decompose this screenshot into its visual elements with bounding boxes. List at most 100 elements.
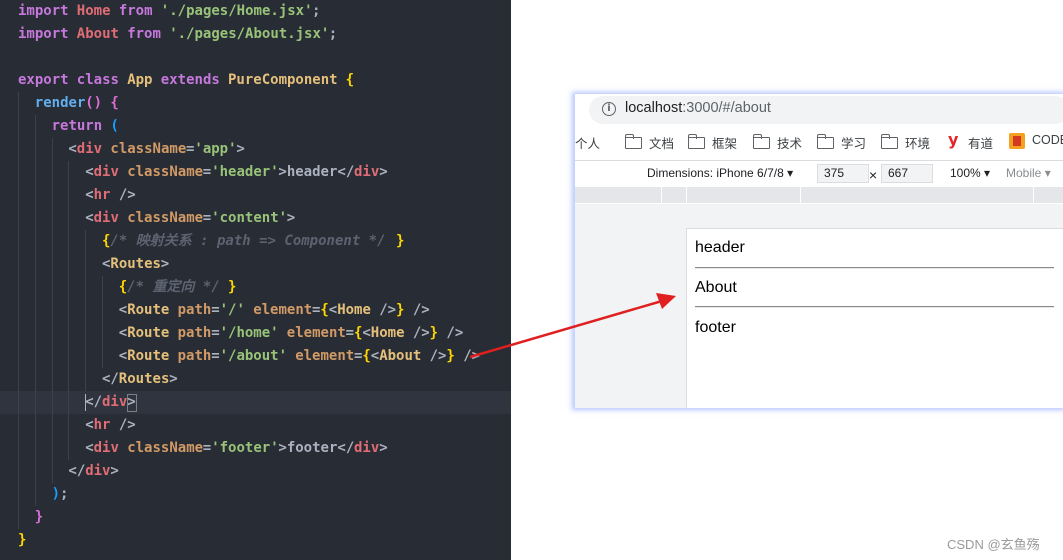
- code-line[interactable]: < Route path = '/about' element ={< About />}…: [0, 345, 511, 368]
- code-token: ;: [60, 486, 69, 502]
- code-token: />: [421, 348, 447, 364]
- code-token: Route: [127, 302, 170, 318]
- url-text[interactable]: localhost:3000/#/about: [625, 100, 771, 116]
- bracket-match-highlight: [127, 394, 137, 412]
- code-token: <: [85, 417, 94, 433]
- code-editor[interactable]: import Home from './pages/Home.jsx'; impo…: [0, 0, 511, 560]
- dropdown-arrow-icon: ▾: [1044, 166, 1051, 180]
- code-line[interactable]: < div className ='footer' >footer</div >: [0, 437, 511, 460]
- code-token: path: [177, 302, 212, 318]
- code-line[interactable]: import About from './pages/About.jsx';: [0, 23, 511, 46]
- code-token: <: [68, 141, 77, 157]
- code-line[interactable]: render() {: [0, 92, 511, 115]
- code-token: />: [370, 302, 397, 318]
- bookmark-label: CODE: [1032, 133, 1063, 147]
- code-token: 'footer': [211, 440, 279, 456]
- code-line[interactable]: </Routes >: [0, 368, 511, 391]
- code-token: <: [118, 302, 128, 318]
- code-line[interactable]: < div className ='header' >header</div >: [0, 161, 511, 184]
- code-token: div: [93, 210, 119, 226]
- code-line[interactable]: < Routes >: [0, 253, 511, 276]
- code-line[interactable]: < Route path = '/home' element ={< Home />} /…: [0, 322, 511, 345]
- code-token: 'app': [194, 141, 237, 157]
- watermark: CSDN @玄鱼殇: [947, 537, 1040, 552]
- code-token: />: [438, 325, 464, 341]
- zoom-select[interactable]: 100% ▾: [950, 166, 990, 180]
- code-line[interactable]: < hr />: [0, 184, 511, 207]
- code-token: <: [85, 440, 94, 456]
- folder-icon: [881, 134, 898, 149]
- code-token: import: [18, 3, 69, 19]
- code-token: =: [211, 325, 220, 341]
- code-token: ;: [328, 26, 338, 42]
- code-token: }: [446, 348, 455, 364]
- code-token: 'content': [211, 210, 288, 226]
- page-divider: [695, 267, 1054, 269]
- code-token: div: [85, 463, 111, 479]
- code-token: hr: [93, 417, 111, 433]
- code-line[interactable]: </div >: [0, 460, 511, 483]
- code-token: <: [118, 325, 128, 341]
- code-token: Home: [370, 325, 405, 341]
- code-line[interactable]: < hr />: [0, 414, 511, 437]
- device-height-input[interactable]: 667: [881, 164, 933, 183]
- code-line[interactable]: </div >: [0, 391, 511, 414]
- code-line[interactable]: );: [0, 483, 511, 506]
- code-line[interactable]: export class App extends PureComponent {: [0, 69, 511, 92]
- code-token: Route: [127, 325, 170, 341]
- code-token: div: [93, 164, 119, 180]
- code-token: />: [454, 348, 481, 364]
- code-line[interactable]: return (: [0, 115, 511, 138]
- page-header-text: header: [695, 239, 745, 256]
- code-token: About: [76, 26, 119, 42]
- code-line[interactable]: < Route path = '/' element ={< Home />} />: [0, 299, 511, 322]
- code-token: >: [169, 371, 178, 387]
- throttle-select[interactable]: Mobile ▾: [1006, 166, 1051, 180]
- code-line[interactable]: }: [0, 529, 511, 552]
- ruler-tick: [1033, 187, 1034, 203]
- info-icon[interactable]: i: [602, 102, 616, 116]
- code-line[interactable]: < div className ='content' >: [0, 207, 511, 230]
- code-token: element: [286, 325, 346, 341]
- code-token: =: [211, 348, 220, 364]
- code-token: </: [102, 371, 119, 387]
- code-token: <: [102, 256, 111, 272]
- page-divider: [695, 306, 1054, 308]
- bookmark-label: 环境: [905, 137, 931, 151]
- code-token: }: [34, 509, 44, 525]
- code-token: Route: [127, 348, 170, 364]
- code-line[interactable]: import Home from './pages/Home.jsx';: [0, 0, 511, 23]
- code-token: {: [110, 95, 119, 111]
- code-line[interactable]: {/* 映射关系 : path => Component */}: [0, 230, 511, 253]
- device-width-input[interactable]: 375: [817, 164, 869, 183]
- code-line[interactable]: [0, 46, 511, 69]
- address-bar[interactable]: i localhost:3000/#/about: [575, 94, 1063, 125]
- text-cursor: [85, 394, 87, 411]
- code-line[interactable]: < div className ='app' >: [0, 138, 511, 161]
- bookmark-label: 框架: [712, 137, 738, 151]
- code-line[interactable]: {/* 重定向 */}: [0, 276, 511, 299]
- code-token: >: [286, 210, 296, 226]
- code-token: {: [362, 348, 371, 364]
- code-token: }: [18, 532, 27, 548]
- code-token: <: [85, 164, 94, 180]
- code-line[interactable]: }: [0, 506, 511, 529]
- code-token: />: [404, 325, 430, 341]
- code-token: className: [127, 210, 204, 226]
- device-dimensions-select[interactable]: Dimensions: iPhone 6/7/8 ▾: [647, 166, 793, 180]
- media-query-ruler[interactable]: [575, 187, 1063, 203]
- bookmark-label: 个人: [575, 137, 601, 151]
- code-token: <: [85, 210, 94, 226]
